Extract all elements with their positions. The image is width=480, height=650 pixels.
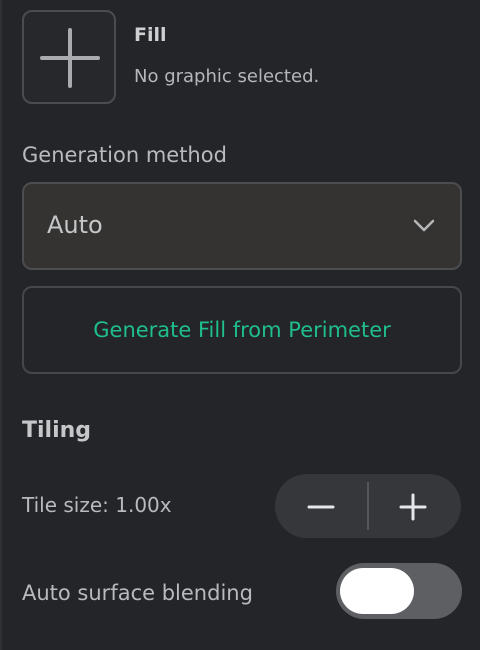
toggle-knob [340,568,414,614]
auto-surface-blending-label: Auto surface blending [22,581,253,605]
chevron-down-icon [413,219,435,232]
fill-graphic-picker[interactable] [22,10,116,104]
fill-properties-panel: Fill No graphic selected. Generation met… [0,0,480,650]
plus-icon [40,28,100,88]
tiling-heading: Tiling [22,418,92,443]
generation-method-select[interactable]: Auto [22,182,462,270]
increase-tile-size-button[interactable] [369,474,461,538]
decrease-tile-size-button[interactable] [275,474,367,538]
auto-surface-blending-toggle[interactable] [336,563,462,619]
fill-status-text: No graphic selected. [134,66,320,87]
generation-method-label: Generation method [22,143,227,167]
minus-icon [307,505,335,509]
tile-size-stepper [275,474,461,538]
plus-icon [399,493,427,521]
generate-fill-button[interactable]: Generate Fill from Perimeter [22,286,462,374]
generation-method-value: Auto [47,211,103,239]
tile-size-label: Tile size: 1.00x [22,493,172,517]
fill-title: Fill [134,24,167,46]
